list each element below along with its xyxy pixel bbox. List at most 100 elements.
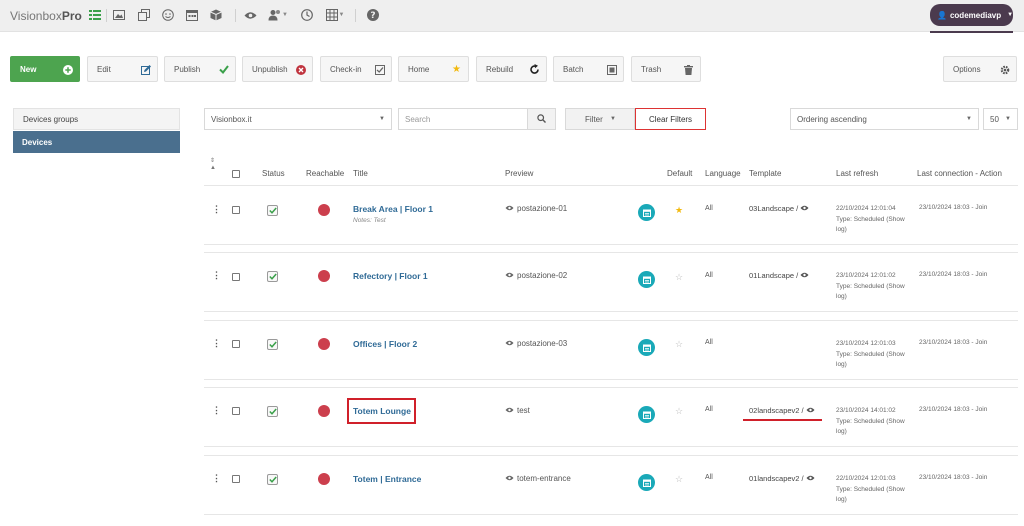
last-connection[interactable]: 23/10/2024 18:03 - Join — [919, 339, 987, 346]
checkin-button[interactable]: Check-in — [320, 56, 392, 82]
eye-icon — [505, 406, 517, 415]
box-icon[interactable] — [209, 8, 223, 22]
last-connection[interactable]: 23/10/2024 18:03 - Join — [919, 204, 987, 211]
search-input[interactable]: Search — [398, 108, 528, 130]
template-link[interactable]: 02landscapev2 / — [749, 406, 815, 415]
home-button[interactable]: Home ★ — [398, 56, 469, 82]
publish-button[interactable]: Publish — [164, 56, 236, 82]
user-menu-button[interactable]: 👤 codemediavp ▼ — [930, 4, 1013, 26]
show-log-link[interactable]: Type: Scheduled (Show log) — [836, 485, 916, 506]
default-star-icon[interactable]: ★ — [675, 205, 683, 216]
site-select[interactable]: Visionbox.it ▼ — [204, 108, 392, 130]
sort-icon[interactable]: ⇕ ▲ — [210, 158, 216, 172]
filter-button[interactable]: Filter ▼ — [565, 108, 635, 130]
default-star-icon[interactable]: ☆ — [675, 272, 683, 283]
schedule-calendar-icon[interactable] — [638, 271, 655, 288]
status-check-icon[interactable] — [267, 205, 278, 216]
drag-handle-icon[interactable]: ⋮ — [212, 271, 221, 280]
header-status[interactable]: Status — [262, 169, 285, 178]
clock-icon[interactable] — [300, 8, 314, 22]
schedule-calendar-icon[interactable] — [638, 339, 655, 356]
preview-link[interactable]: postazione-03 — [505, 339, 567, 348]
trash-button[interactable]: Trash — [631, 56, 701, 82]
eye-icon — [505, 474, 517, 483]
edit-icon — [140, 64, 151, 75]
header-language[interactable]: Language — [705, 169, 741, 178]
preview-link[interactable]: totem-entrance — [505, 474, 571, 483]
users-icon[interactable]: ▼ — [266, 8, 290, 22]
header-title[interactable]: Title — [353, 169, 368, 178]
sidebar-item-devices-groups[interactable]: Devices groups — [13, 108, 180, 130]
device-title-link[interactable]: Break Area | Floor 1 — [353, 204, 433, 214]
last-connection[interactable]: 23/10/2024 18:03 - Join — [919, 271, 987, 278]
options-button[interactable]: Options — [943, 56, 1017, 82]
last-connection[interactable]: 23/10/2024 18:03 - Join — [919, 406, 987, 413]
schedule-calendar-icon[interactable] — [638, 204, 655, 221]
svg-text:?: ? — [370, 11, 375, 21]
show-log-link[interactable]: Type: Scheduled (Show log) — [836, 282, 916, 303]
default-star-icon[interactable]: ☆ — [675, 406, 683, 417]
row-checkbox[interactable] — [232, 407, 240, 415]
schedule-calendar-icon[interactable] — [638, 406, 655, 423]
device-title-link[interactable]: Totem | Entrance — [353, 474, 421, 484]
preview-link[interactable]: postazione-01 — [505, 204, 567, 213]
status-check-icon[interactable] — [267, 474, 278, 485]
new-button[interactable]: New — [10, 56, 80, 82]
row-checkbox[interactable] — [232, 340, 240, 348]
status-check-icon[interactable] — [267, 339, 278, 350]
reachable-indicator — [318, 405, 330, 417]
header-reachable[interactable]: Reachable — [306, 169, 344, 178]
last-connection[interactable]: 23/10/2024 18:03 - Join — [919, 474, 987, 481]
header-last-refresh[interactable]: Last refresh — [836, 169, 878, 178]
reachable-indicator — [318, 338, 330, 350]
row-checkbox[interactable] — [232, 475, 240, 483]
clear-filters-button[interactable]: Clear Filters — [635, 108, 706, 130]
pages-icon[interactable] — [137, 8, 151, 22]
device-title-link[interactable]: Offices | Floor 2 — [353, 339, 417, 349]
drag-handle-icon[interactable]: ⋮ — [212, 474, 221, 483]
eye-icon — [798, 271, 809, 280]
template-link[interactable]: 03Landscape / — [749, 204, 809, 213]
template-link[interactable]: 01landscapev2 / — [749, 474, 815, 483]
eye-icon — [505, 271, 517, 280]
drag-handle-icon[interactable]: ⋮ — [212, 205, 221, 214]
search-button[interactable] — [527, 108, 556, 130]
top-bar: VisionboxPro ▼ ▼ ? 👤 codemediavp ▼ — [0, 0, 1024, 33]
app-logo[interactable]: VisionboxPro — [10, 9, 82, 23]
ordering-select[interactable]: Ordering ascending ▼ — [790, 108, 979, 130]
preview-link[interactable]: postazione-02 — [505, 271, 567, 280]
batch-button[interactable]: Batch — [553, 56, 624, 82]
calendar-icon[interactable] — [185, 8, 199, 22]
row-checkbox[interactable] — [232, 273, 240, 281]
status-check-icon[interactable] — [267, 271, 278, 282]
row-checkbox[interactable] — [232, 206, 240, 214]
header-default[interactable]: Default — [667, 169, 692, 178]
header-template[interactable]: Template — [749, 169, 781, 178]
show-log-link[interactable]: Type: Scheduled (Show log) — [836, 350, 916, 371]
image-icon[interactable] — [112, 8, 126, 22]
sidebar-item-devices[interactable]: Devices — [13, 131, 180, 153]
preview-link[interactable]: test — [505, 406, 530, 415]
template-link[interactable]: 01Landscape / — [749, 271, 809, 280]
eye-icon[interactable] — [243, 8, 257, 22]
limit-select[interactable]: 50 ▼ — [983, 108, 1018, 130]
select-all-checkbox[interactable] — [232, 170, 240, 178]
help-icon[interactable]: ? — [366, 8, 380, 22]
rebuild-button[interactable]: Rebuild — [476, 56, 547, 82]
smiley-icon[interactable] — [161, 8, 175, 22]
status-check-icon[interactable] — [267, 406, 278, 417]
default-star-icon[interactable]: ☆ — [675, 339, 683, 350]
grid-icon[interactable]: ▼ — [324, 8, 346, 22]
list-icon[interactable] — [88, 8, 102, 22]
default-star-icon[interactable]: ☆ — [675, 474, 683, 485]
device-title-link[interactable]: Refectory | Floor 1 — [353, 271, 428, 281]
show-log-link[interactable]: Type: Scheduled (Show log) — [836, 215, 916, 236]
edit-button[interactable]: Edit — [87, 56, 158, 82]
drag-handle-icon[interactable]: ⋮ — [212, 339, 221, 348]
unpublish-button[interactable]: Unpublish — [242, 56, 313, 82]
show-log-link[interactable]: Type: Scheduled (Show log) — [836, 417, 916, 438]
drag-handle-icon[interactable]: ⋮ — [212, 406, 221, 415]
header-preview[interactable]: Preview — [505, 169, 533, 178]
schedule-calendar-icon[interactable] — [638, 474, 655, 491]
header-last-connection[interactable]: Last connection - Action — [917, 169, 1002, 178]
